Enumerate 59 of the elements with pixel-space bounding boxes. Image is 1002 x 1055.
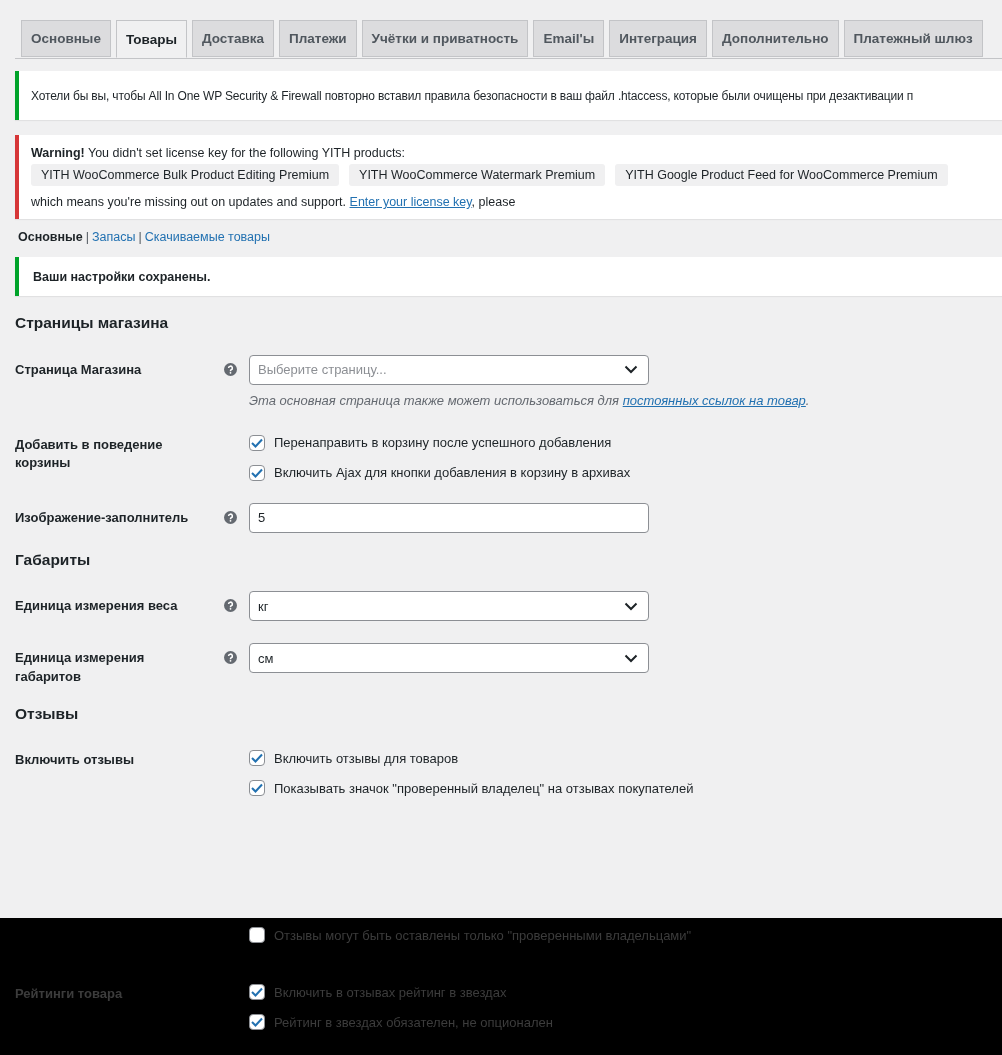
nav-tab[interactable]: Товары <box>115 20 187 58</box>
checkbox[interactable] <box>249 434 265 451</box>
warning-footer-text: which means you're missing out on updates and support. Enter your license key, please <box>31 195 517 209</box>
chevron-down-icon <box>624 653 638 663</box>
nav-tab[interactable]: Учётки и приватность <box>361 20 529 57</box>
notice-text: Хотели бы вы, чтобы All In One WP Security & Firewall повторно вставил правила безопасности в ваш файл .htaccess, которые были очищены при дезактивации п <box>31 88 915 105</box>
select-field[interactable]: Выберите страницу... <box>249 354 649 385</box>
checkbox-label: Включить Ajax для кнопки добавления в корзину в архивах <box>274 465 631 481</box>
nav-tab[interactable]: Доставка <box>191 20 274 57</box>
field-description: Эта основная страница также может использоваться для постоянных ссылок на товар. <box>249 392 811 408</box>
section-heading: Страницы магазина <box>15 314 170 333</box>
nav-tab[interactable]: Основные <box>21 20 111 57</box>
chevron-down-icon <box>624 601 638 611</box>
setting-label: Изображение-заполнитель <box>15 508 190 527</box>
input-field[interactable]: 5 <box>249 502 649 533</box>
checkbox[interactable] <box>249 750 265 767</box>
setting-label: Включить отзывы <box>15 751 136 770</box>
description-link[interactable]: постоянных ссылок на товар <box>622 392 806 408</box>
checkbox-label: Рейтинг в звездах обязателен, не опционален <box>274 1014 553 1030</box>
checkbox[interactable] <box>249 927 265 943</box>
product-tag: YITH WooCommerce Watermark Premium <box>349 164 606 186</box>
select-field[interactable]: кг <box>249 591 649 622</box>
help-icon[interactable] <box>224 651 237 665</box>
product-tag: YITH WooCommerce Bulk Product Editing Premium <box>31 164 340 186</box>
subsection-link[interactable]: Основные <box>15 230 86 244</box>
checkbox[interactable] <box>249 780 265 797</box>
separator: | <box>85 230 89 244</box>
nav-tab[interactable]: Платежи <box>279 20 357 57</box>
checkbox-label: Отзывы могут быть оставлены только "проверенными владельцами" <box>274 927 692 943</box>
nav-tab[interactable]: Email'ы <box>533 20 605 57</box>
nav-tab[interactable]: Платежный шлюз <box>843 20 983 57</box>
checkbox[interactable] <box>249 464 265 481</box>
checkbox-label: Включить отзывы для товаров <box>274 750 459 766</box>
checkbox[interactable] <box>249 984 265 1000</box>
checkbox-label: Перенаправить в корзину после успешного добавления <box>274 435 612 451</box>
help-icon[interactable] <box>224 510 237 524</box>
setting-label: Единица измерения габаритов <box>15 649 146 687</box>
section-heading: Отзывы <box>15 704 80 724</box>
setting-label: Единица измерения веса <box>15 597 179 616</box>
chevron-down-icon <box>624 365 638 375</box>
setting-label: Добавить в поведение корзины <box>15 435 164 473</box>
help-icon[interactable] <box>224 599 237 613</box>
setting-label: Рейтинги товара <box>15 985 124 1003</box>
license-link[interactable]: Enter your license key <box>349 195 472 209</box>
warning-text: Warning! You didn't set license key for the following YITH products: <box>31 146 407 160</box>
nav-tab[interactable]: Интеграция <box>609 20 707 57</box>
product-tag: YITH Google Product Feed for WooCommerce Premium <box>615 164 948 186</box>
checkbox-label: Включить в отзывах рейтинг в звездах <box>274 984 507 1000</box>
help-icon[interactable] <box>224 362 237 376</box>
separator: | <box>138 230 142 244</box>
section-heading: Габариты <box>15 550 92 570</box>
checkbox-label: Показывать значок "проверенный владелец" на отзывах покупателей <box>274 780 694 796</box>
subsection-link[interactable]: Скачиваемые товары <box>141 230 273 244</box>
nav-tab[interactable]: Дополнительно <box>712 20 839 57</box>
select-field[interactable]: см <box>249 643 649 674</box>
setting-label: Страница Магазина <box>15 360 143 379</box>
subsection-link[interactable]: Запасы <box>89 230 139 244</box>
notice-text: Ваши настройки сохранены. <box>32 269 212 286</box>
checkbox[interactable] <box>249 1014 265 1030</box>
